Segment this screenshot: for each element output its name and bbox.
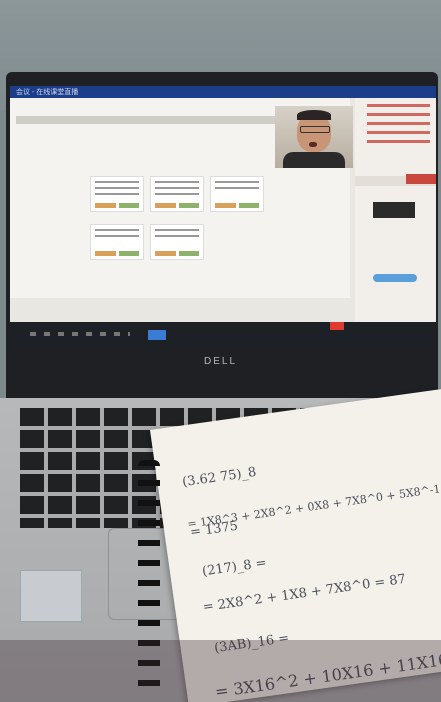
glasses — [300, 126, 330, 133]
taskbar-record-icon — [330, 322, 344, 330]
taskbar-icons — [30, 332, 130, 336]
content-card — [90, 224, 144, 260]
app-titlebar: 会议 - 在线课堂直播 — [10, 86, 436, 98]
hair — [297, 110, 331, 120]
content-card — [150, 224, 204, 260]
taskbar — [10, 322, 436, 348]
webcam-video — [275, 106, 353, 168]
dell-logo: DELL — [203, 356, 237, 367]
laptop-sticker — [20, 570, 82, 622]
content-card — [210, 176, 264, 212]
chat-panel — [355, 98, 436, 348]
taskbar-app-icon — [148, 330, 166, 340]
scene: 会议 - 在线课堂直播 DELL (3.62 75)_8 = 1X8^3 + 2… — [0, 0, 441, 702]
mouth — [309, 142, 317, 147]
content-card — [90, 176, 144, 212]
shirt — [283, 152, 345, 168]
content-card — [150, 176, 204, 212]
app-title: 会议 - 在线课堂直播 — [16, 89, 79, 96]
panel-block — [373, 202, 415, 218]
red-tab — [406, 174, 436, 184]
laptop-screen: 会议 - 在线课堂直播 — [10, 86, 436, 348]
panel-pill — [373, 274, 417, 282]
foreground-shadow — [0, 640, 441, 702]
